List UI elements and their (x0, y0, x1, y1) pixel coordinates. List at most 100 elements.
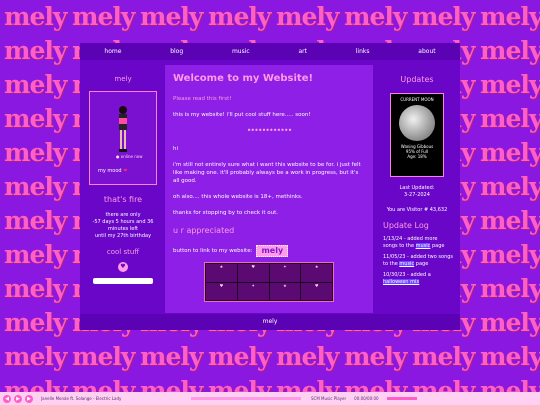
background-tile: mely (412, 2, 475, 31)
paragraph-1: i'm still not entirely sure what i want … (173, 162, 361, 184)
footer: mely (80, 314, 460, 330)
nav-music[interactable]: music (228, 48, 254, 55)
background-tile: mely (480, 172, 540, 201)
background-tile: mely (412, 342, 475, 371)
volume-slider[interactable] (386, 397, 417, 400)
log-link[interactable]: music (415, 243, 431, 249)
log-date: 11/05/23 (383, 254, 406, 260)
page-title: Welcome to my Website! (173, 73, 314, 84)
background-tile: mely (344, 2, 407, 31)
left-title: mely (114, 75, 132, 83)
track-title: Janelle Monáe ft. Solange - Electric Lad… (41, 396, 122, 401)
background-tile: mely (72, 2, 135, 31)
online-label: online now (120, 154, 143, 159)
appreciated-heading: u r appreciated (173, 226, 235, 235)
log-date: 1/13/24 (383, 236, 403, 242)
log-tail: page (430, 243, 445, 249)
nav-blog[interactable]: blog (166, 48, 187, 55)
nav-home[interactable]: home (100, 48, 125, 55)
stamp: ★ (301, 264, 332, 282)
main-column: Welcome to my Website! Please read this … (165, 65, 373, 313)
stamp: ✦ (237, 282, 269, 300)
background-tile: mely (276, 342, 339, 371)
log-text: - added a (405, 272, 431, 278)
last-updated-date: 3-27-2024 (404, 192, 430, 198)
player-name: SCM Music Player (311, 396, 347, 401)
background-tile: mely (480, 342, 540, 371)
background-tile: mely (480, 138, 540, 167)
background-tile: mely (4, 36, 67, 65)
greeting: hi (173, 146, 179, 152)
moon-icon (399, 105, 435, 141)
background-tile: mely (4, 2, 67, 31)
log-entry: 11/05/23 - added two songs to the music … (383, 254, 453, 268)
nav-art[interactable]: art (294, 48, 311, 55)
stamp: ★ (269, 282, 301, 300)
background-tile: mely (4, 308, 67, 337)
site-container: home blog music art links about mely ● o… (80, 43, 460, 330)
background-tile: mely (208, 342, 271, 371)
nav-links[interactable]: links (352, 48, 374, 55)
log-link[interactable]: music (399, 261, 415, 267)
log-tail: page (414, 261, 429, 267)
update-log: 1/13/24 - added more songs to the music … (377, 236, 457, 286)
background-tile: mely (480, 36, 540, 65)
log-entry: 10/30/23 - added a halloween mix (383, 272, 453, 286)
nav-about[interactable]: about (414, 48, 439, 55)
background-tile: mely (480, 308, 540, 337)
background-tile: mely (4, 70, 67, 99)
moon-phase: Waning Gibbous 95% of Full Age: 18% (391, 144, 443, 159)
countdown-line: until my 27th birthday (94, 233, 152, 239)
prev-icon[interactable]: ◀ (3, 394, 11, 403)
log-date: 10/30/23 (383, 272, 406, 278)
background-tile: mely (480, 70, 540, 99)
background-tile: mely (480, 240, 540, 269)
stamp: ♥ (237, 264, 269, 282)
site-button-badge[interactable]: mely (256, 245, 289, 257)
avatar-figure-icon (119, 106, 127, 152)
intro-text: this is my website! i'll put cool stuff … (173, 112, 311, 118)
next-icon[interactable]: ▶ (25, 394, 33, 403)
countdown-line: there are only (105, 212, 141, 218)
mood-label: my mood (98, 168, 122, 174)
background-tile: mely (4, 104, 67, 133)
heart-icon: ❤ (123, 168, 128, 174)
right-column: Updates CURRENT MOON Waning Gibbous 95% … (377, 65, 457, 313)
stamp: ✦ (269, 264, 301, 282)
top-nav: home blog music art links about (80, 43, 460, 60)
birthday-countdown: there are only -57 days 5 hours and 36 m… (84, 212, 162, 240)
play-icon[interactable]: ▶ (14, 394, 22, 403)
cool-stuff-title: cool stuff (106, 248, 140, 256)
stamp-collection: ★ ♥ ✦ ★ ♥ ✦ ★ ♥ (204, 262, 334, 302)
divider: •••••••••••• (246, 126, 293, 135)
updates-title: Updates (400, 75, 434, 84)
music-icon[interactable]: ♥ (118, 262, 128, 272)
countdown-line: minutes left (108, 226, 138, 232)
background-tile: mely (276, 2, 339, 31)
stamp: ★ (206, 264, 237, 282)
read-first: Please read this first! (173, 96, 232, 102)
paragraph-3: thanks for stopping by to check it out. (173, 210, 279, 216)
background-tile: mely (140, 342, 203, 371)
background-tile: mely (4, 172, 67, 201)
moon-widget: CURRENT MOON Waning Gibbous 95% of Full … (390, 93, 444, 177)
background-tile: mely (4, 342, 67, 371)
background-tile: mely (140, 2, 203, 31)
avatar-box: ● online now my mood ❤ (89, 91, 157, 185)
log-link[interactable]: halloween mix (383, 279, 420, 285)
music-player-bar: ◀ ▶ ▶ Janelle Monáe ft. Solange - Electr… (0, 392, 540, 405)
mood-row: my mood ❤ (98, 168, 127, 174)
background-tile: mely (4, 274, 67, 303)
update-log-title: Update Log (383, 221, 429, 230)
cool-stuff-bar (93, 278, 153, 284)
background-tile: mely (4, 240, 67, 269)
paragraph-2: oh also.... this whole website is 18+, m… (173, 194, 303, 200)
stamp: ♥ (206, 282, 237, 300)
button-text: button to link to my website: (173, 248, 253, 254)
background-tile: mely (4, 138, 67, 167)
background-tile: mely (480, 274, 540, 303)
log-entry: 1/13/24 - added more songs to the music … (383, 236, 453, 250)
background-tile: mely (480, 2, 540, 31)
background-tile: mely (4, 206, 67, 235)
progress-bar[interactable] (191, 397, 301, 400)
